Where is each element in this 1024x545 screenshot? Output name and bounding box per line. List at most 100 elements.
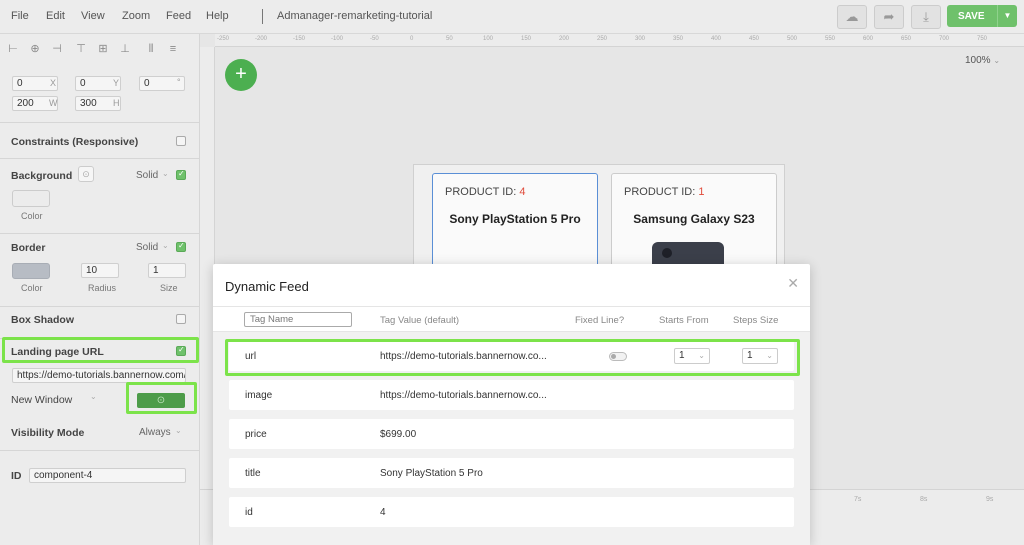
- ruler-tick: 200: [559, 36, 570, 42]
- feed-link-icon[interactable]: ⊙: [78, 166, 94, 182]
- border-color-label: Color: [21, 283, 43, 293]
- ruler-tick: -200: [255, 36, 268, 42]
- box-shadow-title: Box Shadow: [11, 314, 75, 326]
- distribute-v-icon[interactable]: ≡: [166, 42, 180, 56]
- ruler-tick: 0: [410, 36, 414, 42]
- url-row-highlight: [225, 339, 800, 376]
- border-radius-input[interactable]: 10: [81, 263, 119, 278]
- border-title: Border: [11, 242, 46, 254]
- landing-url-input[interactable]: https://demo-tutorials.bannernow.com/a: [12, 368, 186, 383]
- border-mode-dropdown[interactable]: Solid: [136, 242, 158, 253]
- chevron-down-icon[interactable]: ⌄: [90, 392, 97, 401]
- chevron-down-icon: ⌄: [993, 56, 1001, 65]
- close-icon[interactable]: ✕: [787, 275, 799, 292]
- chevron-down-icon[interactable]: ▼: [997, 5, 1017, 27]
- align-left-icon[interactable]: ⊢: [6, 42, 20, 56]
- dialog-title: Dynamic Feed: [225, 279, 309, 294]
- menu-zoom[interactable]: Zoom: [122, 10, 150, 22]
- dialog-table-header: Tag Name Tag Value (default) Fixed Line?…: [213, 306, 810, 332]
- menu-file[interactable]: File: [11, 10, 29, 22]
- tag-name-filter-input[interactable]: Tag Name: [244, 312, 352, 327]
- id-input[interactable]: component-4: [29, 468, 186, 483]
- constraints-section: Constraints (Responsive): [0, 122, 199, 158]
- distribute-h-icon[interactable]: ⫴: [144, 42, 158, 56]
- chevron-down-icon: ⌄: [162, 169, 169, 178]
- new-window-label: New Window: [11, 394, 73, 406]
- rotation-label: °: [177, 77, 181, 87]
- box-shadow-checkbox[interactable]: [176, 314, 186, 324]
- share-icon: ➦: [883, 9, 895, 24]
- tag-value-cell: https://demo-tutorials.bannernow.co...: [380, 390, 547, 401]
- cloud-upload-button[interactable]: ☁: [837, 5, 867, 29]
- border-color-swatch[interactable]: [12, 263, 50, 279]
- feed-button-highlight: [126, 382, 197, 414]
- constraints-title: Constraints (Responsive): [11, 136, 139, 148]
- table-row[interactable]: image https://demo-tutorials.bannernow.c…: [229, 380, 794, 410]
- dynamic-feed-dialog: Dynamic Feed ✕ Tag Name Tag Value (defau…: [213, 264, 810, 545]
- background-color-label: Color: [21, 211, 43, 221]
- background-checkbox[interactable]: [176, 169, 186, 180]
- share-button[interactable]: ➦: [874, 5, 904, 29]
- ruler-tick: 650: [901, 36, 912, 42]
- starts-from-header: Starts From: [659, 315, 709, 326]
- id-label: ID: [11, 470, 22, 482]
- table-row[interactable]: title Sony PlayStation 5 Pro: [229, 458, 794, 488]
- tag-value-cell: Sony PlayStation 5 Pro: [380, 468, 483, 479]
- ruler-tick: 50: [446, 36, 453, 42]
- visibility-mode-dropdown[interactable]: Always: [139, 427, 171, 438]
- ruler-tick: 450: [749, 36, 760, 42]
- border-radius-label: Radius: [88, 283, 117, 293]
- steps-size-header: Steps Size: [733, 315, 779, 326]
- background-mode-dropdown[interactable]: Solid: [136, 170, 158, 181]
- ruler-tick: -250: [217, 36, 230, 42]
- product-id: PRODUCT ID: 4: [445, 186, 526, 198]
- zoom-dropdown[interactable]: 100% ⌄: [965, 55, 1000, 66]
- ruler-tick: 150: [521, 36, 532, 42]
- zoom-value: 100%: [965, 55, 991, 66]
- project-title: Admanager-remarketing-tutorial: [277, 10, 433, 22]
- chevron-down-icon: ⌄: [175, 426, 182, 435]
- ruler-tick: 750: [977, 36, 988, 42]
- border-size-label: Size: [160, 283, 178, 293]
- align-top-icon[interactable]: ⊤: [74, 42, 88, 56]
- constraints-checkbox[interactable]: [176, 136, 186, 146]
- x-label: X: [50, 78, 57, 88]
- align-center-h-icon[interactable]: ⊕: [28, 42, 42, 56]
- align-bottom-icon[interactable]: ⊥: [118, 42, 132, 56]
- align-middle-icon[interactable]: ⊞: [96, 42, 110, 56]
- menu-help[interactable]: Help: [206, 10, 229, 22]
- table-row[interactable]: id 4: [229, 497, 794, 527]
- border-checkbox[interactable]: [176, 241, 186, 252]
- tag-value-cell: $699.00: [380, 429, 417, 440]
- ruler-tick: 700: [939, 36, 950, 42]
- timeline-tick: 7s: [854, 496, 862, 503]
- menu-view[interactable]: View: [81, 10, 105, 22]
- product-id-value: 4: [519, 186, 526, 198]
- download-button[interactable]: ⤓: [911, 5, 941, 29]
- product-id: PRODUCT ID: 1: [624, 186, 705, 198]
- tag-name-cell: title: [245, 468, 261, 479]
- menu-feed[interactable]: Feed: [166, 10, 191, 22]
- timeline-tick: 8s: [920, 496, 928, 503]
- ruler-tick: -150: [293, 36, 306, 42]
- tag-name-cell: image: [245, 390, 273, 401]
- chevron-down-icon: ⌄: [162, 241, 169, 250]
- tag-name-cell: price: [245, 429, 267, 440]
- border-size-input[interactable]: 1: [148, 263, 186, 278]
- add-element-button[interactable]: +: [225, 59, 257, 91]
- ruler-tick: 400: [711, 36, 722, 42]
- y-label: Y: [113, 78, 120, 88]
- table-row[interactable]: price $699.00: [229, 419, 794, 449]
- visibility-mode-label: Visibility Mode: [11, 427, 85, 439]
- ruler-tick: -100: [331, 36, 344, 42]
- menu-edit[interactable]: Edit: [46, 10, 65, 22]
- align-right-icon[interactable]: ⊣: [50, 42, 64, 56]
- save-button[interactable]: SAVE ▼: [947, 5, 1017, 27]
- product-id-value: 1: [698, 186, 705, 198]
- background-color-swatch[interactable]: [12, 190, 50, 207]
- align-toolbar: ⊢ ⊕ ⊣ ⊤ ⊞ ⊥ ⫴ ≡: [4, 42, 194, 56]
- height-label: H: [113, 98, 120, 108]
- product-id-label: PRODUCT ID:: [445, 186, 517, 198]
- background-title: Background: [11, 170, 73, 182]
- landing-url-highlight: [2, 337, 199, 363]
